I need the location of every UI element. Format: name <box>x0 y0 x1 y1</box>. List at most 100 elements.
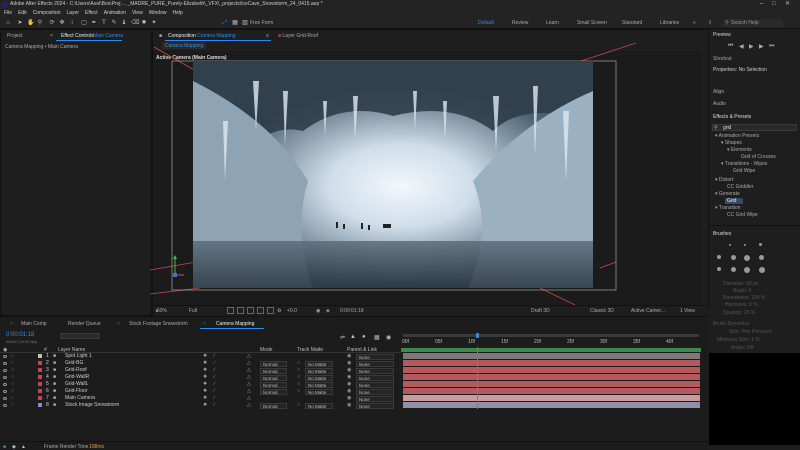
brush-tool-icon[interactable]: ✎ <box>111 20 117 26</box>
clone-stamp-tool-icon[interactable]: ♝ <box>121 20 127 26</box>
close-icon[interactable]: × <box>203 321 206 327</box>
dolly-tool-icon[interactable]: ↕ <box>69 20 75 26</box>
menu-window[interactable]: Window <box>149 10 167 16</box>
layer-tab[interactable]: ■ Layer Grid-Roof <box>278 33 318 39</box>
audio-icon[interactable]: ○ <box>11 374 14 381</box>
play-icon[interactable]: ▶ <box>749 43 754 50</box>
layer-name[interactable]: Grid-WallR <box>65 374 89 381</box>
tab-composition-label[interactable]: Composition Camera Mapping <box>168 33 236 39</box>
eye-icon[interactable] <box>3 362 7 365</box>
shy-switch-icon[interactable]: ✹ <box>203 367 207 374</box>
workspace-default[interactable]: Default <box>478 20 494 26</box>
layer-row[interactable]: ○ 5 ■ Grid-WallL ✹ ∕ △ Normal ○ No Matte ◉ None <box>0 381 401 388</box>
brush-tip[interactable] <box>759 243 762 246</box>
layer-duration-bar[interactable] <box>403 388 700 394</box>
label-color-swatch[interactable] <box>38 403 42 407</box>
eye-icon[interactable] <box>3 397 7 400</box>
effect-switch-icon[interactable]: ∕ <box>214 353 215 360</box>
3d-layer-switch-icon[interactable]: △ <box>247 374 251 381</box>
effects-presets-title[interactable]: Effects & Presets <box>713 114 751 120</box>
pick-whip-icon[interactable]: ◉ <box>347 360 351 367</box>
timeline-tab-camera-mapping[interactable]: Camera Mapping <box>216 321 254 327</box>
shy-switch-icon[interactable]: ✹ <box>203 374 207 381</box>
close-icon[interactable]: × <box>10 321 13 327</box>
timeline-options-icon[interactable]: ◉ <box>386 334 391 341</box>
properties-panel-title[interactable]: Properties: No Selection <box>713 67 767 73</box>
next-frame-icon[interactable]: ▶ <box>759 43 764 50</box>
track-matte-icon[interactable]: ○ <box>297 367 300 374</box>
layer-row[interactable]: ○ 3 ■ Grid-Roof ✹ ∕ △ Normal ○ No Matte ◉ None <box>0 367 401 374</box>
label-color-swatch[interactable] <box>38 361 42 365</box>
layer-duration-bar[interactable] <box>403 353 700 359</box>
tree-grid-wipe[interactable]: Grid Wipe <box>733 168 755 174</box>
pick-whip-icon[interactable]: ◉ <box>347 367 351 374</box>
current-timecode[interactable]: 0:00:01:18 <box>6 332 34 338</box>
exposure-value[interactable]: +0.0 <box>287 308 297 314</box>
layer-duration-bar[interactable] <box>403 367 700 373</box>
snapshot-icon[interactable]: ◉ <box>316 308 320 314</box>
transparency-grid-icon[interactable] <box>237 307 244 314</box>
tree-transition[interactable]: ▾ Transition <box>715 205 741 211</box>
orbit-tool-icon[interactable]: ⟳ <box>49 20 55 26</box>
shy-switch-icon[interactable]: ✹ <box>203 360 207 367</box>
pick-whip-icon[interactable]: ◉ <box>347 374 351 381</box>
effect-switch-icon[interactable]: ∕ <box>214 374 215 381</box>
label-color-swatch[interactable] <box>38 382 42 386</box>
first-frame-icon[interactable]: ⏮ <box>728 43 733 50</box>
audio-icon[interactable]: ○ <box>11 395 14 402</box>
close-icon[interactable]: × <box>117 321 120 327</box>
label-color-swatch[interactable] <box>38 354 42 358</box>
brush-tip[interactable] <box>759 267 765 273</box>
tree-grid-of-crosses[interactable]: Grid of Crosses <box>741 154 776 160</box>
audio-icon[interactable]: ○ <box>11 360 14 367</box>
brush-tip[interactable] <box>717 255 721 259</box>
workspace-libraries[interactable]: Libraries <box>660 20 679 26</box>
selection-tool-icon[interactable]: ➤ <box>17 20 23 26</box>
home-icon[interactable]: ⌂ <box>5 20 11 26</box>
tab-effect-controls[interactable]: Effect Controls <box>61 33 94 39</box>
layer-name[interactable]: Main Camera <box>65 395 95 402</box>
tree-elements[interactable]: ▾ Elements <box>727 147 752 153</box>
tree-generate[interactable]: ▾ Generate <box>715 191 740 197</box>
eye-icon[interactable] <box>3 376 7 379</box>
timeline-tab-render-queue[interactable]: Render Queue <box>68 321 101 327</box>
3d-layer-switch-icon[interactable]: △ <box>247 353 251 360</box>
pen-tool-icon[interactable]: ✒ <box>91 20 97 26</box>
audio-icon[interactable]: ○ <box>11 367 14 374</box>
brush-tip[interactable] <box>729 244 731 246</box>
workspace-overflow-icon[interactable]: » <box>693 20 696 26</box>
layer-duration-bar[interactable] <box>403 395 700 401</box>
brush-tip[interactable] <box>731 267 736 272</box>
pick-whip-icon[interactable]: ◉ <box>347 353 351 360</box>
layer-row[interactable]: ○ 8 ■ Stock Image Snowstorm ✹ ∕ △ Normal ○ No Mat… <box>0 402 401 409</box>
camera-dropdown[interactable]: Active Camer... <box>631 308 665 314</box>
menu-animation[interactable]: Animation <box>104 10 126 16</box>
pick-whip-icon[interactable]: ◉ <box>347 395 351 402</box>
shy-switch-icon[interactable]: ✹ <box>203 353 207 360</box>
layer-row[interactable]: ○ 2 ■ Grid-BG ✹ ∕ △ Normal ○ No Matte ◉ None <box>0 360 401 367</box>
layer-name[interactable]: Grid-Floor <box>65 388 88 395</box>
eye-icon[interactable] <box>3 369 7 372</box>
track-matte-icon[interactable]: ○ <box>297 374 300 381</box>
layer-name[interactable]: Grid-Roof <box>65 367 87 374</box>
menu-file[interactable]: File <box>4 10 12 16</box>
tree-animation-presets[interactable]: ▾ Animation Presets <box>715 133 759 139</box>
tree-shapes[interactable]: ▾ Shapes <box>721 140 742 146</box>
lock-icon[interactable]: ■ <box>159 33 162 39</box>
brushes-panel-title[interactable]: Brushes <box>713 231 731 237</box>
brush-tip[interactable] <box>744 267 750 273</box>
work-area-bar[interactable] <box>403 334 699 337</box>
audio-panel-title[interactable]: Audio <box>713 101 726 107</box>
track-matte-icon[interactable]: ○ <box>297 381 300 388</box>
draft-3d-toggle[interactable]: Draft 3D <box>531 308 550 314</box>
layer-duration-bar[interactable] <box>403 402 700 408</box>
eye-icon[interactable] <box>3 355 7 358</box>
audio-icon[interactable]: ○ <box>11 353 14 360</box>
workspace-learn[interactable]: Learn <box>546 20 559 26</box>
brush-tip[interactable] <box>744 255 750 261</box>
switches-icon[interactable]: ◆ <box>12 444 16 450</box>
tree-distort[interactable]: ▾ Distort <box>715 177 733 183</box>
audio-icon[interactable]: ○ <box>11 388 14 395</box>
close-icon[interactable]: ✕ <box>785 0 790 9</box>
layer-search-input[interactable] <box>60 333 100 339</box>
